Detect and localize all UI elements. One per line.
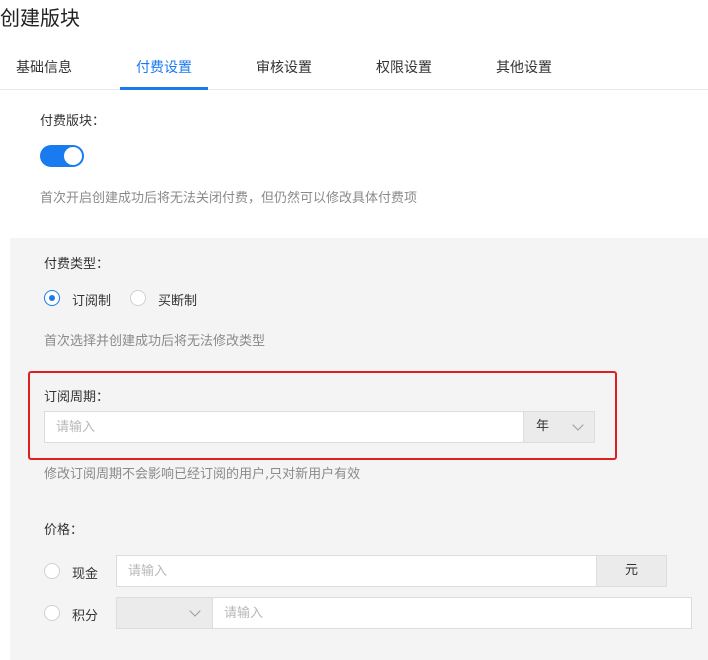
cash-unit-addon: 元 — [596, 555, 667, 587]
toggle-knob — [64, 147, 82, 165]
active-tab-indicator — [120, 87, 208, 90]
page-title: 创建版块 — [0, 6, 80, 30]
subscription-unit-select[interactable]: 年 — [523, 411, 595, 443]
price-label: 价格： — [44, 523, 84, 538]
radio-subscription[interactable] — [44, 290, 60, 306]
points-type-select[interactable] — [116, 597, 213, 629]
chevron-down-icon — [572, 419, 584, 431]
points-price-input[interactable] — [212, 597, 692, 629]
pay-type-label: 付费类型： — [44, 257, 110, 272]
cash-price-input[interactable] — [116, 555, 597, 587]
radio-cash[interactable] — [44, 563, 60, 579]
radio-points[interactable] — [44, 605, 60, 621]
paid-section-toggle[interactable] — [40, 145, 84, 167]
tab-other-settings[interactable]: 其他设置 — [480, 46, 568, 90]
tab-review-settings[interactable]: 审核设置 — [240, 46, 328, 90]
paid-section-label: 付费版块： — [40, 114, 106, 129]
chevron-down-icon — [189, 605, 201, 617]
radio-subscription-label[interactable]: 订阅制 — [72, 290, 111, 309]
tab-permission-settings[interactable]: 权限设置 — [360, 46, 448, 90]
subscription-unit-value: 年 — [536, 419, 550, 434]
tab-bar: 基础信息 付费设置 审核设置 权限设置 其他设置 — [0, 46, 708, 90]
subscription-period-hint: 修改订阅周期不会影响已经订阅的用户,只对新用户有效 — [44, 467, 361, 482]
radio-buyout-label[interactable]: 买断制 — [158, 290, 197, 309]
radio-buyout[interactable] — [130, 290, 146, 306]
tab-basic-info[interactable]: 基础信息 — [0, 46, 88, 90]
pay-type-hint: 首次选择并创建成功后将无法修改类型 — [44, 334, 266, 349]
subscription-period-label: 订阅周期： — [44, 390, 110, 405]
radio-points-label[interactable]: 积分 — [72, 605, 98, 624]
radio-cash-label[interactable]: 现金 — [72, 563, 98, 582]
paid-section-hint: 首次开启创建成功后将无法关闭付费，但仍然可以修改具体付费项 — [40, 191, 418, 206]
tab-payment-settings[interactable]: 付费设置 — [120, 46, 208, 90]
subscription-period-input[interactable] — [44, 411, 524, 443]
